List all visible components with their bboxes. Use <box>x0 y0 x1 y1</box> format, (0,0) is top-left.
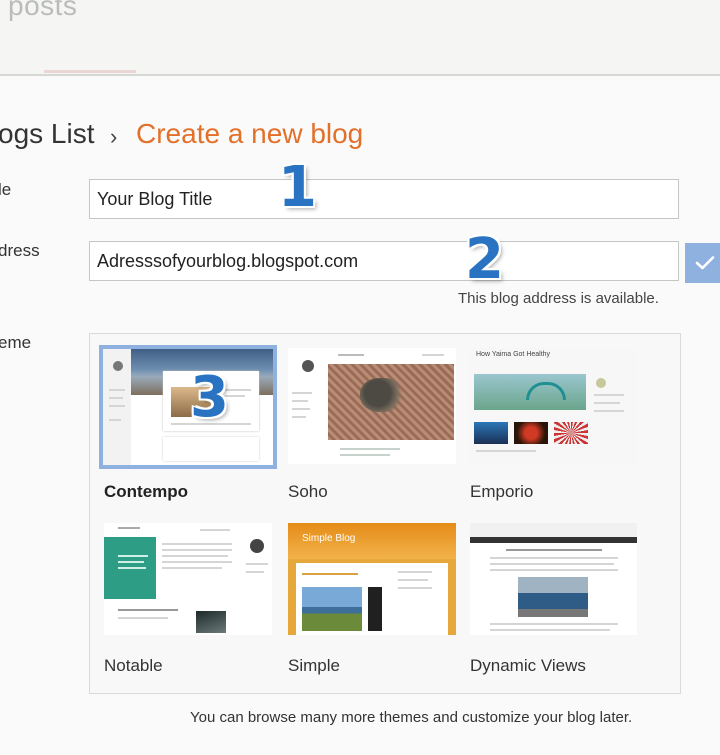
preview-image <box>196 611 226 633</box>
step-number-3: 3 <box>190 365 229 430</box>
preview-avatar <box>596 378 606 388</box>
title-label: le <box>0 180 12 199</box>
theme-name-notable[interactable]: Notable <box>104 656 163 676</box>
preview-image-2 <box>514 422 548 444</box>
blog-address-input[interactable] <box>89 241 679 281</box>
preview-avatar <box>113 361 123 371</box>
breadcrumb-separator: › <box>110 124 118 149</box>
top-bar <box>0 0 720 74</box>
page-title: Create a new blog <box>136 118 364 149</box>
address-confirm-button[interactable] <box>685 243 720 283</box>
preview-image-3 <box>554 422 588 444</box>
preview-header <box>470 523 637 537</box>
preview-post-card-2 <box>163 437 259 461</box>
address-label: dress <box>0 241 40 260</box>
theme-thumbnail-notable[interactable] <box>104 523 272 635</box>
theme-name-dynamic-views[interactable]: Dynamic Views <box>470 656 586 676</box>
theme-thumbnail-soho[interactable] <box>288 348 456 464</box>
preview-car-photo <box>518 577 588 617</box>
theme-thumbnail-simple[interactable]: Simple Blog <box>288 523 456 635</box>
theme-thumbnail-contempo[interactable] <box>99 345 277 469</box>
step-number-1: 1 <box>278 155 317 220</box>
preview-image-1 <box>474 422 508 444</box>
theme-thumbnail-emporio[interactable]: How Yaima Got Healthy <box>470 348 637 464</box>
preview-nav-bar <box>470 537 637 543</box>
address-availability-status: This blog address is available. <box>458 290 659 307</box>
blog-title-input[interactable] <box>89 179 679 219</box>
preview-emporio-title: How Yaima Got Healthy <box>476 351 551 358</box>
section-title: posts <box>8 0 78 21</box>
theme-label: eme <box>0 333 32 352</box>
preview-avatar <box>302 360 314 372</box>
header-divider <box>0 74 720 76</box>
preview-avatar <box>250 539 264 553</box>
preview-cat <box>360 378 404 412</box>
check-icon <box>695 256 715 270</box>
preview-simple-title: Simple Blog <box>302 533 356 544</box>
theme-name-contempo[interactable]: Contempo <box>104 482 188 502</box>
preview-photo-2 <box>368 587 382 631</box>
theme-name-soho[interactable]: Soho <box>288 482 328 502</box>
step-number-2: 2 <box>465 227 504 292</box>
customize-later-note: You can browse many more themes and cust… <box>190 709 633 726</box>
breadcrumb-blogs-list[interactable]: ogs List <box>0 118 95 150</box>
theme-name-emporio[interactable]: Emporio <box>470 482 533 502</box>
theme-thumbnail-dynamic-views[interactable] <box>470 523 637 635</box>
active-tab-indicator <box>44 70 136 73</box>
preview-photo <box>302 587 362 631</box>
theme-name-simple[interactable]: Simple <box>288 656 340 676</box>
